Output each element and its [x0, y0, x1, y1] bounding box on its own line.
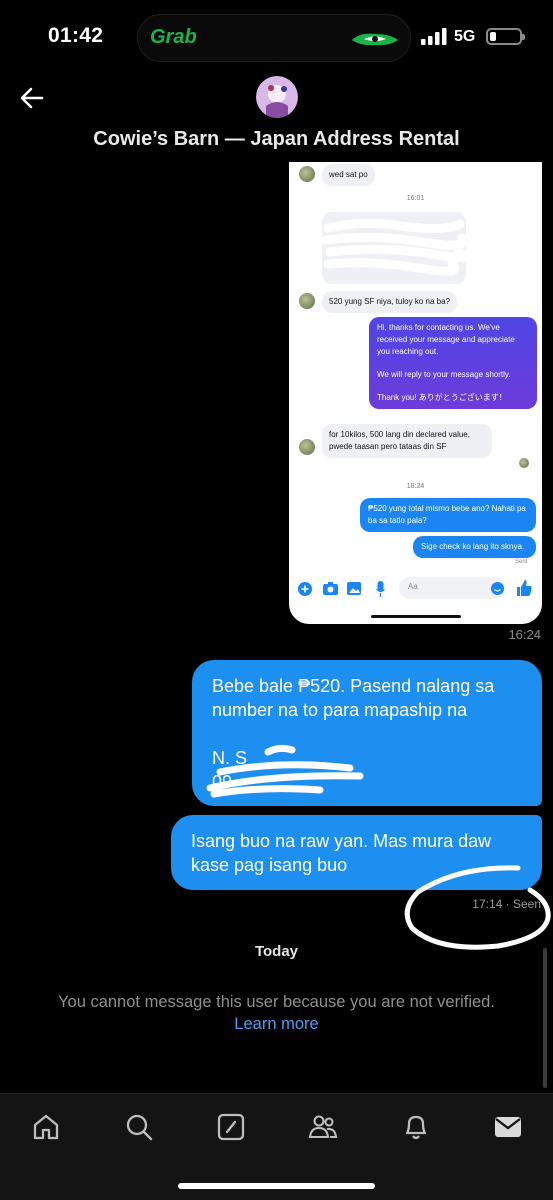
- attachment-time: 16:01: [406, 195, 425, 202]
- sent-label: Sent: [515, 559, 528, 565]
- contact-avatar: [299, 166, 315, 182]
- avatar-image: [256, 76, 298, 118]
- auto-reply-line: Hi, thanks for contacting us. We've rece…: [377, 323, 515, 356]
- attachment-composer: Aa: [289, 574, 542, 604]
- attachment-incoming-message: 520 yung SF niya, tuloy ko na ba?: [322, 291, 457, 313]
- attachment-incoming-message: for 10kilos, 500 lang din declared value…: [322, 424, 492, 458]
- image-icon: [347, 582, 361, 595]
- scrollbar[interactable]: [543, 948, 547, 1088]
- search-icon[interactable]: [124, 1112, 154, 1142]
- people-icon[interactable]: [308, 1112, 338, 1142]
- conversation-header: Cowie’s Barn — Japan Address Rental: [0, 0, 553, 162]
- redaction-scribble: [322, 218, 466, 276]
- verification-notice: You cannot message this user because you…: [58, 993, 495, 1011]
- message-text: Bebe bale ₱520. Pasend nalang sa number …: [212, 676, 495, 720]
- redaction-scribble: [206, 744, 364, 798]
- learn-more-link[interactable]: Learn more: [0, 1015, 553, 1034]
- thumbs-up-icon: [517, 580, 532, 596]
- attachment-message-input: Aa: [399, 577, 505, 599]
- attachment-time: 18:24: [406, 483, 425, 490]
- bell-icon[interactable]: [401, 1112, 431, 1142]
- auto-reply-message: Hi, thanks for contacting us. We've rece…: [369, 317, 537, 409]
- seen-status: · Seen: [505, 897, 541, 911]
- auto-reply-line: We will reply to your message shortly.: [377, 370, 511, 379]
- mail-icon[interactable]: [493, 1112, 523, 1142]
- auto-reply-line: Thank you! ありがとうございます！: [377, 393, 507, 402]
- message-time: 17:14: [472, 897, 503, 911]
- read-receipt-avatar: [519, 458, 529, 468]
- camera-icon: [323, 582, 338, 595]
- attachment-incoming-message: wed sat po: [322, 164, 375, 186]
- arrow-left-icon[interactable]: [18, 84, 46, 112]
- home-icon[interactable]: [31, 1112, 61, 1142]
- home-indicator: [178, 1183, 375, 1189]
- plus-circle-icon: [298, 582, 312, 596]
- attachment-home-indicator: [371, 615, 461, 618]
- attachment-outgoing-message: ₱520 yung total mismo bebe ano? Nahati p…: [360, 498, 536, 532]
- emoji-icon: [491, 582, 504, 595]
- conversation-title[interactable]: Cowie’s Barn — Japan Address Rental: [0, 128, 553, 151]
- message-status: 17:14 · Seen: [472, 897, 541, 911]
- microphone-icon: [376, 581, 385, 597]
- compose-icon[interactable]: [216, 1112, 246, 1142]
- attachment-outgoing-message: Sige check ko lang ito sknya.: [413, 536, 536, 558]
- redacted-message: [322, 212, 466, 284]
- avatar[interactable]: [256, 76, 298, 118]
- image-attachment[interactable]: wed sat po 16:01 520 yung SF niya, tuloy…: [289, 162, 542, 624]
- contact-avatar: [299, 293, 315, 309]
- attachment-timestamp: 16:24: [508, 627, 541, 642]
- outgoing-message[interactable]: Bebe bale ₱520. Pasend nalang sa number …: [192, 660, 542, 806]
- day-separator: Today: [254, 943, 299, 960]
- contact-avatar: [299, 439, 315, 455]
